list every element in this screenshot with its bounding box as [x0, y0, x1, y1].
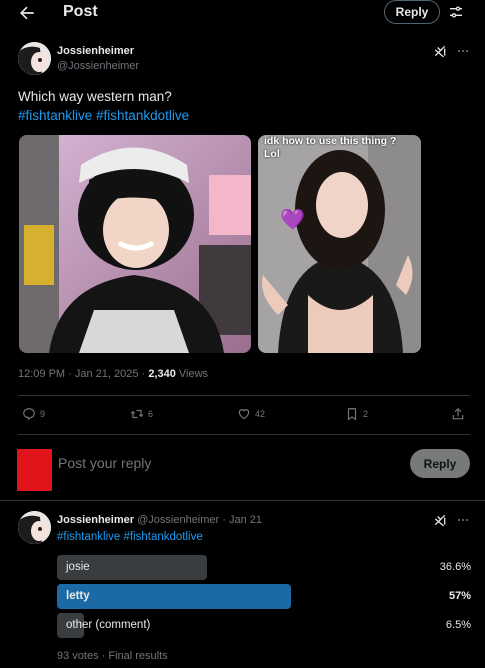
repost-icon [130, 409, 144, 419]
poll-option-percent: 57% [448, 590, 471, 602]
grok-icon[interactable] [433, 44, 447, 58]
poll-option-percent: 6.5% [445, 619, 471, 631]
poll-bar [57, 584, 291, 609]
reply-hashtags[interactable]: #fishtanklive #fishtankdotlive [57, 531, 203, 543]
post-text: Which way western man? #fishtanklive #fi… [18, 87, 189, 125]
purple-heart-icon: 💜 [280, 208, 305, 231]
avatar-image [18, 511, 51, 544]
repost-count: 6 [148, 409, 154, 419]
post-meta: 12:09 PM · Jan 21, 2025 · 2,340 Views [18, 368, 208, 380]
post-image-1[interactable] [19, 135, 251, 353]
photo-person-1 [19, 135, 251, 353]
poll-option-label: letty [66, 590, 90, 602]
repost-action[interactable]: 6 [130, 407, 153, 421]
avatar-image [18, 42, 51, 75]
user-avatar[interactable] [17, 449, 52, 491]
poll-summary: 93 votes · Final results [57, 650, 168, 662]
reply-count: 9 [40, 409, 46, 419]
divider [18, 395, 470, 396]
post-hashtags[interactable]: #fishtanklive #fishtankdotlive [18, 106, 189, 125]
meta-separator: · [68, 368, 72, 380]
more-options-icon[interactable] [456, 44, 470, 58]
reply-action[interactable]: 9 [22, 407, 45, 421]
like-action[interactable]: 42 [237, 407, 265, 421]
photo-person-2: 💜 [258, 135, 421, 353]
meta-separator: · [141, 368, 146, 380]
bookmark-icon [347, 408, 357, 421]
page-title: Post [63, 3, 98, 20]
author-name[interactable]: Jossienheimer [57, 45, 134, 57]
post-image-2[interactable]: 💜 idk how to use this thing ? Lol [258, 135, 421, 353]
bookmark-count: 2 [363, 409, 369, 419]
back-arrow-icon[interactable] [17, 3, 37, 23]
poll-option-percent: 36.6% [439, 561, 471, 573]
share-icon[interactable] [451, 407, 465, 421]
reply-icon [23, 408, 35, 421]
reply-input[interactable]: Post your reply [58, 455, 151, 471]
reply-author-name[interactable]: Jossienheimer [57, 514, 134, 526]
author-handle[interactable]: @Jossienheimer [57, 60, 139, 72]
divider [18, 434, 470, 435]
poll-option-label: other (comment) [66, 619, 151, 631]
reply-date[interactable]: Jan 21 [229, 514, 262, 526]
post-time[interactable]: 12:09 PM [18, 368, 65, 380]
reply-submit-button[interactable]: Reply [410, 449, 470, 478]
post-text-line: Which way western man? [18, 89, 172, 104]
views-count: 2,340 [148, 368, 176, 380]
heart-icon [238, 409, 250, 420]
bookmark-action[interactable]: 2 [345, 407, 368, 421]
image-caption: idk how to use this thing ? Lol [264, 135, 397, 160]
views-label: Views [178, 368, 209, 380]
reply-top-button[interactable]: Reply [384, 0, 440, 24]
divider [0, 500, 485, 501]
reply-author-avatar[interactable] [18, 511, 51, 544]
author-avatar[interactable] [18, 42, 51, 75]
like-count: 42 [255, 409, 266, 419]
grok-icon[interactable] [433, 513, 447, 527]
more-options-icon[interactable] [456, 513, 470, 527]
meta-separator: · [222, 514, 226, 526]
reply-author-handle[interactable]: @Jossienheimer [137, 514, 219, 526]
tune-icon[interactable] [448, 4, 464, 20]
post-date[interactable]: Jan 21, 2025 [75, 368, 139, 380]
reply-header: Jossienheimer @Jossienheimer · Jan 21 [57, 514, 262, 526]
poll-option-label: josie [66, 561, 90, 573]
